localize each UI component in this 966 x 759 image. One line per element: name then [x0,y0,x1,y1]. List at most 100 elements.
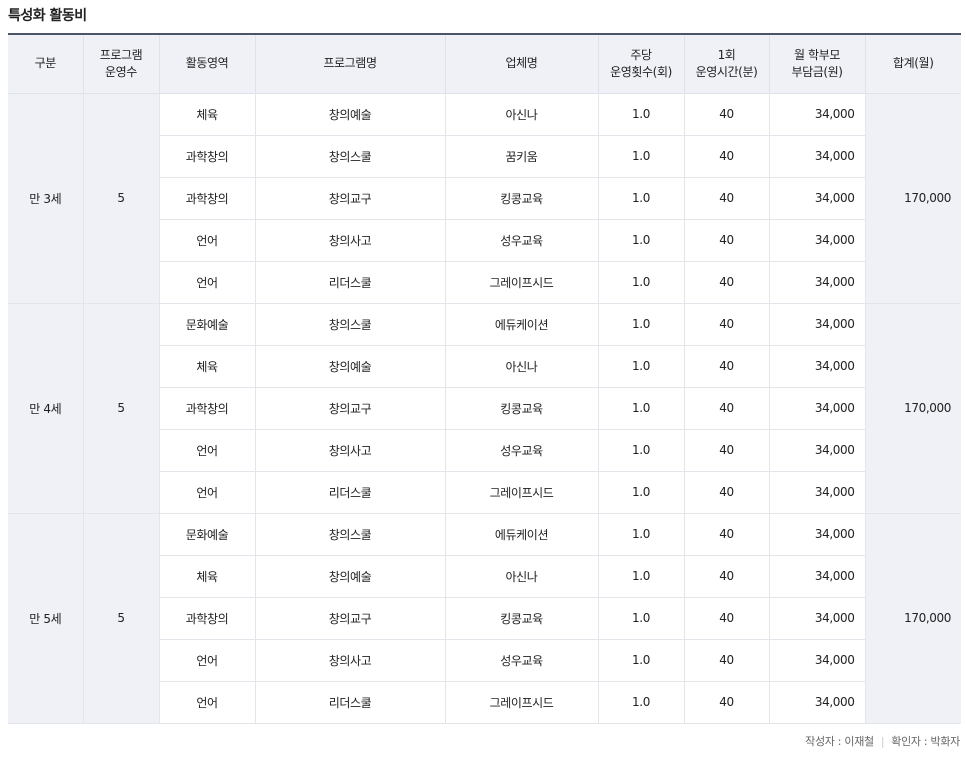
activity-area-cell: 문화예술 [158,303,255,346]
parent-fee-cell: 34,000 [768,429,865,472]
header-monthly-total: 합계(월) [864,33,961,94]
program-name-cell: 창의스쿨 [254,135,445,178]
parent-fee-cell: 34,000 [768,387,865,430]
weekly-count-cell: 1.0 [597,261,684,304]
vendor-name-cell: 꿈키움 [444,135,598,178]
program-name-cell: 리더스쿨 [254,261,445,304]
weekly-count-cell: 1.0 [597,219,684,262]
activity-area-cell: 과학창의 [158,387,255,430]
activity-area-cell: 체육 [158,93,255,136]
header-program-name: 프로그램명 [254,33,445,94]
activity-area-cell: 과학창의 [158,177,255,220]
vendor-name-cell: 그레이프시드 [444,681,598,724]
weekly-count-cell: 1.0 [597,513,684,556]
weekly-count-cell: 1.0 [597,177,684,220]
duration-cell: 40 [683,471,769,514]
weekly-count-cell: 1.0 [597,135,684,178]
table-row: 만 5세 5 문화예술 창의스쿨 에듀케이션 1.0 40 34,000 170,000 [8,513,961,724]
age-group-cell: 만 5세 [8,513,83,724]
program-name-cell: 리더스쿨 [254,471,445,514]
duration-cell: 40 [683,429,769,472]
vendor-name-cell: 에듀케이션 [444,513,598,556]
duration-cell: 40 [683,639,769,682]
header-vendor-name: 업체명 [444,33,598,94]
program-name-cell: 창의교구 [254,597,445,640]
age-group-cell: 만 3세 [8,93,83,304]
activity-area-cell: 과학창의 [158,597,255,640]
vendor-name-cell: 에듀케이션 [444,303,598,346]
parent-fee-cell: 34,000 [768,345,865,388]
duration-cell: 40 [683,93,769,136]
program-name-cell: 창의스쿨 [254,513,445,556]
duration-cell: 40 [683,135,769,178]
duration-cell: 40 [683,387,769,430]
activity-area-cell: 언어 [158,681,255,724]
activity-area-cell: 문화예술 [158,513,255,556]
vendor-name-cell: 킹콩교육 [444,597,598,640]
program-name-cell: 창의사고 [254,639,445,682]
parent-fee-cell: 34,000 [768,135,865,178]
vendor-name-cell: 성우교육 [444,219,598,262]
table-row: 만 4세 5 문화예술 창의스쿨 에듀케이션 1.0 40 34,000 170,000 [8,303,961,514]
program-name-cell: 창의예술 [254,345,445,388]
parent-fee-cell: 34,000 [768,513,865,556]
parent-fee-cell: 34,000 [768,597,865,640]
header-session-duration: 1회 운영시간(분) [683,33,769,94]
parent-fee-cell: 34,000 [768,261,865,304]
checker-label: 확인자 : 박화자 [891,735,960,748]
monthly-total-cell: 170,000 [864,303,961,514]
program-count-cell: 5 [82,303,159,514]
parent-fee-cell: 34,000 [768,471,865,514]
program-count-cell: 5 [82,513,159,724]
vendor-name-cell: 킹콩교육 [444,387,598,430]
age-group-cell: 만 4세 [8,303,83,514]
weekly-count-cell: 1.0 [597,471,684,514]
activity-fee-table: 구분 프로그램 운영수 활동영역 프로그램명 업체명 주당 운영횟수(회) 1회 운영… [8,33,961,724]
parent-fee-cell: 34,000 [768,177,865,220]
page-title: 특성화 활동비 [8,8,87,24]
weekly-count-cell: 1.0 [597,555,684,598]
header-activity-area: 활동영역 [158,33,255,94]
footer-divider: | [880,735,885,748]
header-gubun: 구분 [8,33,83,94]
weekly-count-cell: 1.0 [597,93,684,136]
vendor-name-cell: 아신나 [444,345,598,388]
weekly-count-cell: 1.0 [597,597,684,640]
program-name-cell: 창의교구 [254,387,445,430]
duration-cell: 40 [683,681,769,724]
program-name-cell: 창의스쿨 [254,303,445,346]
duration-cell: 40 [683,513,769,556]
parent-fee-cell: 34,000 [768,303,865,346]
header-parent-fee: 월 학부모 부담금(원) [768,33,865,94]
vendor-name-cell: 아신나 [444,555,598,598]
program-name-cell: 창의예술 [254,555,445,598]
signature-footer: 작성자 : 이재철 | 확인자 : 박화자 [805,733,960,749]
weekly-count-cell: 1.0 [597,639,684,682]
activity-area-cell: 언어 [158,261,255,304]
parent-fee-cell: 34,000 [768,681,865,724]
activity-area-cell: 체육 [158,555,255,598]
table-row: 만 3세 5 체육 창의예술 아신나 1.0 40 34,000 170,000 [8,93,961,304]
weekly-count-cell: 1.0 [597,387,684,430]
weekly-count-cell: 1.0 [597,681,684,724]
parent-fee-cell: 34,000 [768,93,865,136]
vendor-name-cell: 성우교육 [444,639,598,682]
program-name-cell: 창의예술 [254,93,445,136]
duration-cell: 40 [683,177,769,220]
monthly-total-cell: 170,000 [864,513,961,724]
duration-cell: 40 [683,345,769,388]
monthly-total-cell: 170,000 [864,93,961,304]
parent-fee-cell: 34,000 [768,219,865,262]
duration-cell: 40 [683,555,769,598]
activity-area-cell: 언어 [158,219,255,262]
duration-cell: 40 [683,303,769,346]
table-body: 만 3세 5 체육 창의예술 아신나 1.0 40 34,000 170,000 과학창의 창의스쿨… [8,93,961,724]
parent-fee-cell: 34,000 [768,555,865,598]
vendor-name-cell: 성우교육 [444,429,598,472]
vendor-name-cell: 그레이프시드 [444,261,598,304]
duration-cell: 40 [683,219,769,262]
program-count-cell: 5 [82,93,159,304]
vendor-name-cell: 아신나 [444,93,598,136]
program-name-cell: 창의사고 [254,219,445,262]
program-name-cell: 창의사고 [254,429,445,472]
